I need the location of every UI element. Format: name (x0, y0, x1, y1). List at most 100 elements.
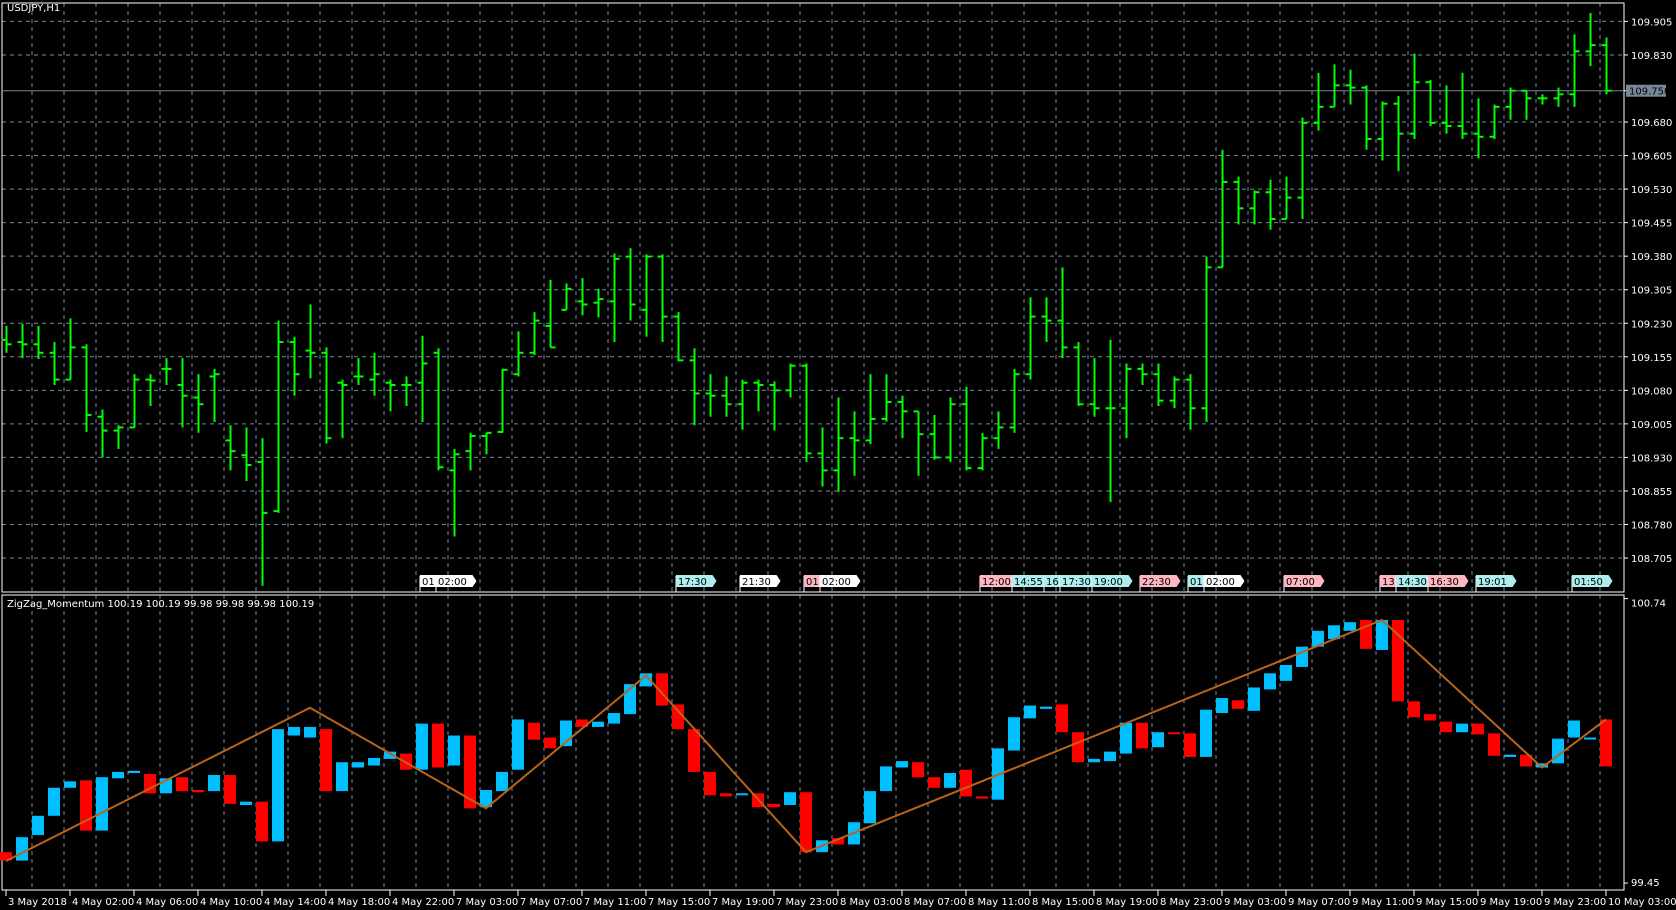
momentum-candle-down (1184, 733, 1196, 757)
ohlc-bar (81, 344, 92, 432)
ohlc-bar (33, 325, 44, 360)
ohlc-bar (1329, 64, 1340, 108)
price-axis-label: 109.830 (1631, 51, 1672, 62)
time-axis-label: 9 May 23:00 (1544, 897, 1606, 908)
momentum-candle-up (240, 801, 252, 805)
momentum-candle-up (336, 762, 348, 792)
ohlc-bar (625, 248, 636, 321)
momentum-candle-up (368, 758, 380, 766)
chart-canvas[interactable]: 109.905 109.830 109.680 109.605 109.530 109.4… (0, 0, 1676, 910)
momentum-candle-up (1200, 709, 1212, 757)
time-axis-label: 8 May 11:00 (968, 897, 1030, 908)
event-marker: 19:00 (1091, 575, 1133, 592)
momentum-candle-down (768, 803, 780, 808)
ohlc-bar (785, 363, 796, 398)
ohlc-bar (449, 448, 460, 537)
ohlc-bar (433, 348, 444, 471)
event-marker: 21:30 (739, 575, 781, 592)
momentum-candle-up (1216, 698, 1228, 714)
event-time-label: 16:30 (1430, 577, 1459, 588)
ohlc-bar (401, 376, 412, 406)
ohlc-bar (257, 438, 268, 586)
symbol-title: USDJPY,H1 (7, 3, 61, 14)
event-time-label: 19:00 (1094, 577, 1123, 588)
ohlc-bar (721, 376, 732, 417)
current-price-label: 109.750 (1629, 87, 1670, 98)
ohlc-bar (273, 320, 284, 513)
ohlc-bar (1249, 190, 1260, 225)
ohlc-bar (609, 253, 620, 343)
time-axis-label: 4 May 06:00 (136, 897, 198, 908)
ohlc-bar (1233, 176, 1244, 225)
price-axis-label: 108.930 (1631, 453, 1672, 464)
ohlc-bar (881, 374, 892, 422)
ohlc-bar (689, 348, 700, 426)
time-axis-label: 4 May 18:00 (328, 897, 390, 908)
momentum-candle-up (32, 815, 44, 835)
ohlc-bar (705, 374, 716, 417)
ohlc-bar (865, 374, 876, 445)
momentum-candle-down (176, 777, 188, 792)
main-panel-border (1, 2, 1625, 593)
ohlc-bar (1057, 267, 1068, 359)
indicator-axis-label: 99.45 (1631, 878, 1660, 889)
ohlc-bar (1153, 363, 1164, 406)
ohlc-bar (897, 395, 908, 439)
ohlc-bar (1041, 297, 1052, 343)
ohlc-bar (657, 254, 668, 343)
ohlc-bar (113, 425, 124, 449)
ohlc-bar (1601, 37, 1612, 95)
ohlc-bar (929, 414, 940, 460)
time-axis-label: 4 May 14:00 (264, 897, 326, 908)
momentum-candle-up (880, 766, 892, 792)
time-axis-label: 4 May 22:00 (392, 897, 454, 908)
momentum-candle-up (1024, 705, 1036, 719)
price-axis-label: 109.155 (1631, 353, 1672, 364)
momentum-candle-up (352, 762, 364, 768)
momentum-candle-up (272, 729, 284, 842)
momentum-candle-up (48, 787, 60, 816)
momentum-candle-down (1072, 732, 1084, 763)
momentum-candle-up (784, 792, 796, 805)
price-axis-label: 109.005 (1631, 420, 1672, 431)
time-axis-label: 8 May 03:00 (840, 897, 902, 908)
momentum-candle-up (1040, 706, 1052, 709)
ohlc-bar (593, 288, 604, 318)
momentum-candle-down (1440, 721, 1452, 733)
price-axis-label: 109.905 (1631, 17, 1672, 28)
momentum-candle-down (976, 796, 988, 799)
price-axis-label: 108.705 (1631, 554, 1672, 565)
ohlc-bar (1441, 85, 1452, 134)
time-axis-label: 3 May 2018 (8, 897, 67, 908)
momentum-candle-down (1408, 701, 1420, 718)
momentum-candle-up (1584, 737, 1596, 740)
ohlc-bar (1105, 339, 1116, 503)
event-marker: 16:30 (1427, 575, 1469, 592)
momentum-candle-up (448, 735, 460, 766)
ohlc-bar (321, 347, 332, 444)
ohlc-bar (209, 368, 220, 423)
ohlc-bar (1473, 98, 1484, 159)
momentum-candle-up (208, 775, 220, 792)
event-time-label: 17:30 (1062, 577, 1091, 588)
ohlc-bar (1457, 72, 1468, 140)
ohlc-bar (1201, 256, 1212, 423)
ohlc-bar (1025, 297, 1036, 380)
ohlc-bar (913, 410, 924, 476)
momentum-candle-up (1088, 758, 1100, 763)
momentum-candle-up (1248, 687, 1260, 711)
event-marker: 02:00 (1203, 575, 1245, 592)
momentum-candle-up (1456, 723, 1468, 733)
time-axis-label: 9 May 15:00 (1416, 897, 1478, 908)
momentum-candle-down (688, 729, 700, 772)
momentum-candle-up (112, 771, 124, 779)
momentum-candle-down (928, 777, 940, 788)
event-marker: 01:50 (1571, 575, 1613, 592)
ohlc-bar (945, 397, 956, 462)
ohlc-bar (49, 342, 60, 385)
ohlc-bar (1009, 368, 1020, 433)
ohlc-bar (305, 304, 316, 379)
momentum-candle-up (1344, 622, 1356, 631)
ohlc-bar (161, 358, 172, 385)
momentum-candle-down (544, 737, 556, 749)
